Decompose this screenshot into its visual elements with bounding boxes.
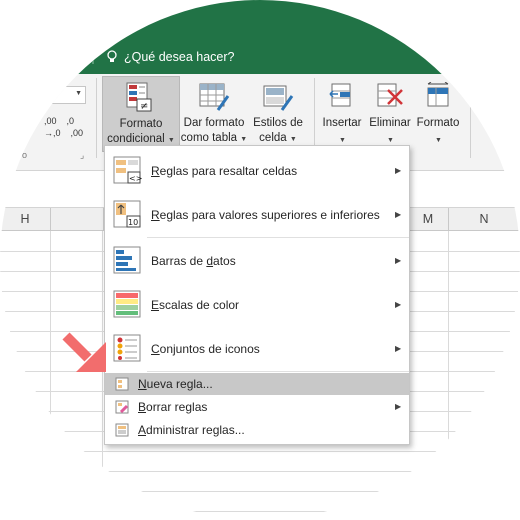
group-label-fragment: o [22, 150, 28, 160]
label-part: orrar reglas [146, 400, 208, 414]
access-key: B [138, 400, 147, 414]
label-part: dministrar reglas... [146, 423, 245, 437]
column-header-i[interactable] [51, 208, 104, 230]
menu-item-label: Borrar reglas [138, 400, 207, 414]
access-key: C [151, 342, 160, 356]
access-key: A [138, 423, 147, 437]
chevron-right-icon: ▶ [395, 402, 402, 411]
access-key: R [151, 164, 160, 178]
top-bottom-icon: 10 [113, 200, 141, 228]
label-part: eglas para valores superiores e inferior… [159, 208, 380, 222]
menu-item-highlight-cells-rules[interactable]: <> Reglas para resaltar celdas ▶ [105, 150, 409, 190]
svg-text:10: 10 [128, 218, 138, 227]
data-bars-icon [113, 246, 141, 274]
number-format-dropdown[interactable]: ▼ [46, 86, 86, 104]
chevron-right-icon: ▶ [395, 210, 402, 219]
column-header-n[interactable]: N [449, 208, 520, 230]
cell-styles-icon [263, 85, 294, 111]
lightbulb-icon [107, 50, 117, 62]
chevron-right-icon: ▶ [395, 344, 402, 353]
cell-styles-label-2: celda [259, 132, 287, 144]
chevron-down-icon: ▼ [240, 136, 248, 143]
clear-rules-icon [115, 400, 129, 414]
menu-item-label: Reglas para resaltar celdas [151, 164, 297, 178]
insert-cells-icon [329, 83, 351, 107]
dialog-launcher-icon[interactable]: ⌟ [80, 150, 84, 161]
format-as-table-button[interactable]: Dar formato como tabla ▼ [180, 76, 248, 150]
increase-decimal-a[interactable]: ,0 [67, 116, 75, 126]
chevron-down-icon: ▼ [75, 90, 82, 97]
menu-item-label: Barras de datos [151, 254, 236, 268]
menu-separator [147, 371, 409, 372]
access-key: R [151, 208, 160, 222]
manage-rules-icon [115, 423, 129, 437]
label-part: scalas de color [159, 298, 240, 312]
access-key: E [151, 298, 160, 312]
label-part: ueva regla... [146, 377, 213, 391]
insert-label: Insertar [322, 117, 362, 129]
conditional-format-icon: ≠ [126, 82, 152, 112]
menu-item-label: Escalas de color [151, 298, 239, 312]
cell-styles-label-1: Estilos de [253, 117, 303, 129]
chevron-right-icon: ▶ [395, 166, 402, 175]
access-key: N [138, 377, 147, 391]
menu-item-label: Conjuntos de iconos [151, 342, 260, 356]
menu-separator [147, 237, 409, 238]
chevron-down-icon: ▼ [167, 137, 175, 144]
label-part: eglas para resaltar celdas [159, 164, 298, 178]
color-scales-icon [113, 290, 141, 318]
title-bar-divider [92, 50, 94, 64]
delete-label: Eliminar [369, 117, 411, 129]
menu-item-label: Administrar reglas... [138, 423, 245, 437]
label-part: Barras de [151, 254, 207, 268]
menu-item-manage-rules[interactable]: Administrar reglas... [105, 419, 409, 441]
menu-item-clear-rules[interactable]: Borrar reglas ▶ [105, 396, 409, 418]
column-header-h[interactable]: H [0, 208, 51, 230]
menu-item-color-scales[interactable]: Escalas de color ▶ [105, 284, 409, 324]
highlight-cells-icon: <> [113, 156, 142, 184]
group-separator [470, 78, 471, 158]
conditional-format-label-1: Formato [119, 118, 163, 130]
chevron-down-icon: ▼ [435, 137, 442, 144]
format-as-table-icon [199, 83, 230, 111]
title-bar: ¿Qué desea hacer? [0, 0, 520, 74]
menu-item-top-bottom-rules[interactable]: 10 Reglas para valores superiores e infe… [105, 194, 409, 234]
format-as-table-label-1: Dar formato [183, 117, 245, 129]
format-cells-icon [427, 82, 449, 107]
svg-text:≠: ≠ [140, 101, 148, 112]
number-format-buttons[interactable]: ,00 ,0 →,0 ,00 [44, 116, 83, 138]
group-separator [96, 78, 97, 158]
format-button[interactable]: Formato ▼ [414, 76, 462, 150]
delete-button[interactable]: Eliminar ▼ [366, 76, 414, 150]
chevron-down-icon: ▼ [289, 136, 297, 143]
decrease-decimal-b[interactable]: →,0 [44, 128, 61, 138]
screenshot-viewport: ¿Qué desea hacer? ▼ ,00 ,0 →,0 ,00 o ⌟ ≠… [0, 0, 520, 520]
increase-decimal-b[interactable]: ,00 [71, 128, 84, 138]
svg-text:<>: <> [129, 174, 142, 183]
tell-me-box[interactable]: ¿Qué desea hacer? [106, 50, 235, 64]
conditional-format-label-2: condicional [107, 133, 165, 145]
chevron-right-icon: ▶ [395, 256, 402, 265]
label-part: atos [213, 254, 236, 268]
insert-button[interactable]: Insertar ▼ [318, 76, 366, 150]
tell-me-text: ¿Qué desea hacer? [124, 50, 235, 64]
cell-styles-button[interactable]: Estilos de celda ▼ [250, 76, 306, 150]
decrease-decimal-a[interactable]: ,00 [44, 116, 57, 126]
pointer-arrow-icon [62, 332, 106, 372]
menu-item-new-rule[interactable]: Nueva regla... [105, 373, 409, 395]
menu-item-data-bars[interactable]: Barras de datos ▶ [105, 240, 409, 280]
conditional-format-menu: <> Reglas para resaltar celdas ▶ 10 Regl… [104, 145, 410, 445]
delete-cells-icon [377, 83, 403, 107]
chevron-right-icon: ▶ [395, 300, 402, 309]
menu-item-label: Reglas para valores superiores e inferio… [151, 208, 380, 222]
column-header-m[interactable]: M [408, 208, 449, 230]
conditional-format-button[interactable]: ≠ Formato condicional ▼ [102, 76, 180, 152]
format-as-table-label-2: como tabla [180, 132, 238, 144]
format-label: Formato [416, 117, 460, 129]
menu-item-icon-sets[interactable]: Conjuntos de iconos ▶ [105, 328, 409, 368]
label-part: onjuntos de iconos [159, 342, 260, 356]
menu-item-label: Nueva regla... [138, 377, 213, 391]
